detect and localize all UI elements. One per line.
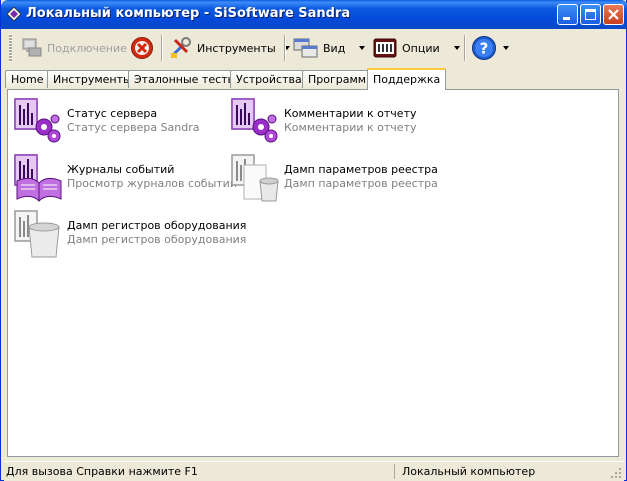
chevron-down-icon bbox=[503, 46, 509, 50]
event-log-icon bbox=[14, 154, 62, 202]
item-event-logs-name: Журналы событий bbox=[67, 163, 175, 176]
item-registry-dump-desc: Дамп параметров реестра bbox=[284, 177, 438, 190]
status-bar: Для вызова Справки нажмите F1 Локальный … bbox=[4, 461, 624, 481]
view-label: Вид bbox=[323, 41, 346, 55]
item-event-logs[interactable]: Журналы событий Просмотр журналов событи… bbox=[13, 151, 237, 203]
item-registry-dump[interactable]: Дамп параметров реестра Дамп параметров … bbox=[230, 151, 445, 203]
status-divider bbox=[394, 464, 395, 479]
close-icon bbox=[608, 9, 619, 20]
item-report-comments-name: Комментарии к отчету bbox=[284, 107, 417, 120]
stop-button[interactable] bbox=[130, 32, 154, 64]
tools-icon bbox=[170, 37, 191, 58]
help-menu-button[interactable]: ? bbox=[471, 32, 509, 64]
item-report-comments[interactable]: Комментарии к отчету Комментарии к отчет… bbox=[230, 95, 435, 147]
connect-button[interactable]: Подключение bbox=[21, 32, 127, 64]
item-report-comments-desc: Комментарии к отчету bbox=[284, 121, 417, 134]
item-hardware-dump-desc: Дамп регистров оборудования bbox=[67, 233, 247, 246]
app-window: Локальный компьютер - SiSoftware Sandra … bbox=[0, 0, 627, 481]
minimize-button[interactable] bbox=[557, 4, 578, 25]
options-icon bbox=[373, 38, 397, 58]
close-window-button[interactable] bbox=[603, 4, 624, 25]
tab-tools[interactable]: Инструменты bbox=[47, 70, 138, 88]
chevron-down-icon bbox=[359, 46, 366, 50]
hardware-dump-icon bbox=[14, 210, 60, 258]
item-registry-dump-name: Дамп параметров реестра bbox=[284, 163, 438, 176]
report-comments-icon bbox=[231, 98, 278, 143]
status-help-text: Для вызова Справки нажмите F1 bbox=[6, 465, 198, 478]
tab-support[interactable]: Поддержка bbox=[367, 68, 447, 90]
tab-bar: Home Инструменты Эталонные тесты Устройс… bbox=[4, 68, 624, 90]
stop-icon bbox=[131, 37, 153, 59]
resize-grip-icon[interactable] bbox=[610, 467, 622, 479]
registry-dump-icon bbox=[231, 154, 279, 202]
item-event-logs-desc: Просмотр журналов событий bbox=[67, 177, 237, 190]
status-location-text: Локальный компьютер bbox=[402, 465, 536, 478]
help-icon: ? bbox=[472, 36, 496, 60]
item-server-status-name: Статус сервера bbox=[67, 107, 158, 120]
support-panel: Статус сервера Статус сервера Sandra Ком… bbox=[7, 89, 619, 457]
maximize-button[interactable] bbox=[580, 4, 601, 25]
item-server-status[interactable]: Статус сервера Статус сервера Sandra bbox=[13, 95, 218, 147]
title-bar[interactable]: Локальный компьютер - SiSoftware Sandra bbox=[1, 0, 627, 29]
sandra-app-icon bbox=[7, 7, 21, 21]
item-server-status-desc: Статус сервера Sandra bbox=[67, 121, 200, 134]
tab-benchmarks[interactable]: Эталонные тесты bbox=[128, 70, 243, 88]
tools-label: Инструменты bbox=[197, 41, 276, 55]
view-icon bbox=[293, 38, 318, 58]
chevron-down-icon bbox=[453, 46, 460, 50]
tab-devices[interactable]: Устройства bbox=[230, 70, 308, 88]
maximize-icon bbox=[585, 9, 596, 20]
view-menu-button[interactable]: Вид bbox=[293, 32, 366, 64]
minimize-icon bbox=[563, 17, 570, 20]
options-label: Опции bbox=[402, 41, 440, 55]
svg-text:?: ? bbox=[480, 40, 489, 58]
item-hardware-dump-name: Дамп регистров оборудования bbox=[67, 219, 247, 232]
item-hardware-dump[interactable]: Дамп регистров оборудования Дамп регистр… bbox=[13, 207, 246, 259]
computer-connect-icon bbox=[22, 38, 42, 57]
server-status-icon bbox=[14, 98, 61, 143]
tab-home[interactable]: Home bbox=[5, 70, 50, 88]
tools-menu-button[interactable]: Инструменты bbox=[169, 32, 290, 64]
connect-label: Подключение bbox=[47, 41, 127, 55]
options-menu-button[interactable]: Опции bbox=[373, 32, 460, 64]
window-title: Локальный компьютер - SiSoftware Sandra bbox=[26, 6, 351, 21]
toolbar: Подключение Инструменты Вид Опции ? bbox=[4, 29, 624, 67]
toolbar-grip[interactable] bbox=[9, 34, 12, 62]
